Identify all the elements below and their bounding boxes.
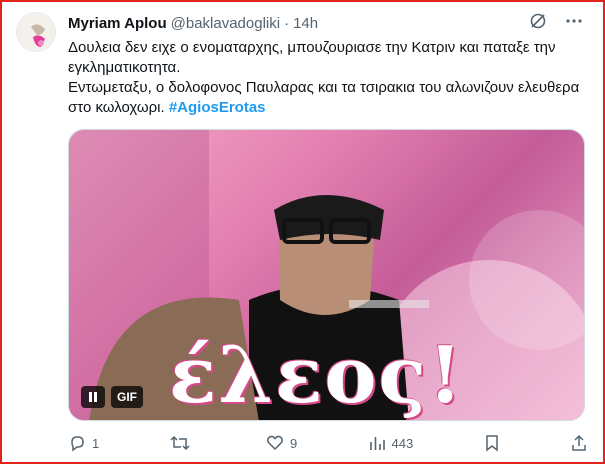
tweet-header: Myriam Aplou @baklavadogliki · 14h <box>68 12 318 34</box>
separator-dot: · <box>284 14 290 32</box>
gif-controls: GIF <box>81 386 143 408</box>
gif-badge: GIF <box>111 386 143 408</box>
gif-overlay-text: έλεος! <box>169 330 465 421</box>
pause-icon <box>89 392 97 402</box>
tweet-text-line2: Εντωμεταξυ, ο δολοφονος Παυλαρας και τα … <box>68 78 588 118</box>
pause-button[interactable] <box>81 386 105 408</box>
tweet-top-actions <box>529 12 583 30</box>
avatar[interactable] <box>16 12 56 52</box>
author-handle[interactable]: @baklavadogliki <box>171 15 280 32</box>
like-count: 9 <box>289 435 298 451</box>
grok-icon[interactable] <box>529 12 547 30</box>
bookmark-icon <box>485 435 498 452</box>
more-options-icon[interactable] <box>565 12 583 30</box>
timestamp[interactable]: 14h <box>293 15 318 32</box>
view-count: 443 <box>391 435 414 451</box>
reply-icon <box>71 436 84 452</box>
reply-button[interactable]: 1 <box>68 434 99 452</box>
heart-icon <box>266 435 283 451</box>
like-button[interactable]: 9 <box>266 434 297 452</box>
share-icon <box>572 434 586 451</box>
repost-icon <box>170 435 190 451</box>
views-button[interactable]: 443 <box>368 434 414 452</box>
author-name[interactable]: Myriam Aplou <box>68 15 167 32</box>
repost-button[interactable] <box>170 434 196 452</box>
tweet-actions: 1 9 443 <box>68 432 588 454</box>
views-icon <box>369 437 385 450</box>
tweet[interactable]: Myriam Aplou @baklavadogliki · 14h Δουλε… <box>0 0 601 460</box>
tweet-text: Δουλεια δεν ειχε ο ενοματαρχης, μπουζουρ… <box>68 38 588 118</box>
gif-media[interactable]: έλεος! GIF <box>68 129 585 421</box>
reply-count: 1 <box>92 435 100 451</box>
bookmark-button[interactable] <box>484 434 500 452</box>
share-button[interactable] <box>570 434 588 452</box>
tweet-text-line2-body: Εντωμεταξυ, ο δολοφονος Παυλαρας και τα … <box>68 79 580 116</box>
tweet-text-line1: Δουλεια δεν ειχε ο ενοματαρχης, μπουζουρ… <box>68 39 556 76</box>
avatar-image <box>17 13 55 51</box>
hashtag-link[interactable]: #AgiosErotas <box>169 99 266 116</box>
